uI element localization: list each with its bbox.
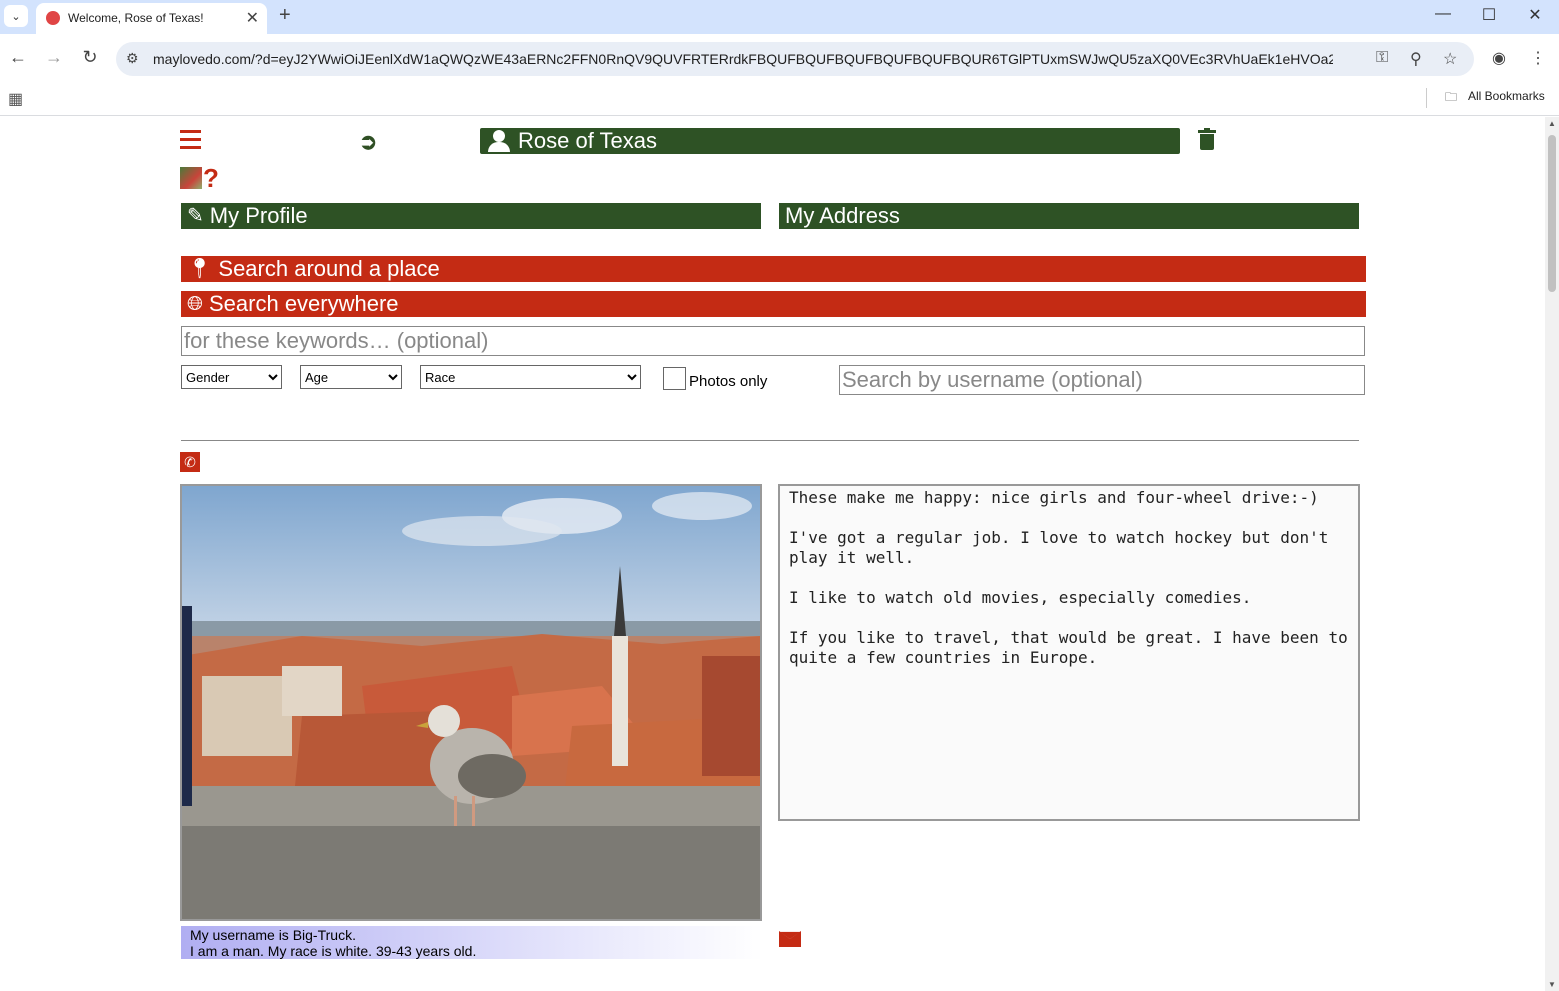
bookmarks-bar: ▦ 🗀 All Bookmarks [0, 82, 1559, 116]
profile-about-textarea[interactable]: These make me happy: nice girls and four… [778, 484, 1360, 821]
page-scrollbar[interactable]: ▲ ▼ [1545, 117, 1559, 991]
zoom-icon[interactable]: ⚲ [1410, 49, 1422, 69]
folder-icon: 🗀 [1445, 90, 1458, 104]
address-bar[interactable]: ⚙ maylovedo.com/?d=eyJ2YWwiOiJEenlXdW1aQ… [116, 42, 1474, 76]
help-question-icon[interactable]: ? [203, 163, 219, 194]
avatar[interactable] [180, 167, 202, 189]
my-profile-label: My Profile [209, 203, 308, 228]
bookmark-star-icon[interactable]: ☆ [1443, 49, 1457, 69]
details-line: I am a man. My race is white. 39-43 year… [190, 943, 477, 959]
divider [181, 440, 1359, 441]
user-name-bar[interactable]: Rose of Texas [480, 128, 1180, 154]
trash-icon[interactable] [1198, 128, 1216, 152]
profile-photo[interactable] [180, 484, 762, 921]
race-select[interactable]: Race [420, 365, 641, 389]
my-address-button[interactable]: My Address [779, 203, 1359, 229]
logout-icon[interactable]: ➲ [359, 129, 377, 155]
photos-only-label: Photos only [689, 373, 768, 390]
new-tab-icon[interactable]: + [279, 4, 291, 27]
username-line: My username is Big-Truck. [190, 927, 356, 943]
search-everywhere-button[interactable]: 🌐︎ Search everywhere [181, 291, 1366, 317]
password-key-icon[interactable]: ⚿ [1376, 49, 1388, 67]
page-content: ➲ Rose of Texas ? ✎ My Profile My Addres… [0, 117, 1545, 991]
bookmarks-divider [1426, 88, 1427, 108]
age-select[interactable]: Age [300, 365, 402, 389]
username-search-input[interactable] [839, 365, 1365, 395]
phone-icon[interactable]: ✆ [180, 452, 200, 472]
profile-photo-image [182, 486, 760, 919]
menu-dots-icon[interactable]: ⋮ [1530, 48, 1546, 68]
scroll-down-icon[interactable]: ▼ [1548, 980, 1556, 989]
user-name: Rose of Texas [518, 128, 658, 153]
all-bookmarks-link[interactable]: All Bookmarks [1468, 89, 1545, 103]
site-info-icon[interactable]: ⚙ [126, 50, 139, 67]
close-window-icon[interactable]: ✕ [1520, 5, 1550, 25]
url-text[interactable]: maylovedo.com/?d=eyJ2YWwiOiJEenlXdW1aQWQ… [153, 51, 1333, 67]
photos-only-checkbox[interactable] [663, 367, 686, 390]
search-around-place-button[interactable]: 📍︎ Search around a place [181, 256, 1366, 282]
favicon-icon [46, 11, 60, 25]
search-around-label: Search around a place [218, 256, 440, 281]
profile-info-box: My username is Big-Truck. I am a man. My… [181, 926, 763, 959]
tab-search-button[interactable]: ⌄ [4, 5, 28, 27]
back-icon[interactable]: ← [6, 47, 30, 68]
scroll-thumb[interactable] [1548, 135, 1556, 292]
close-tab-icon[interactable]: ✕ [246, 8, 259, 28]
apps-grid-icon[interactable]: ▦ [8, 89, 23, 109]
forward-icon[interactable]: → [42, 47, 66, 68]
tab-title: Welcome, Rose of Texas! [68, 11, 204, 25]
map-pin-icon: 📍︎ [187, 258, 213, 280]
my-address-label: My Address [785, 203, 900, 228]
search-everywhere-label: Search everywhere [209, 291, 399, 316]
mail-icon[interactable] [779, 931, 801, 947]
reload-icon[interactable]: ↻ [78, 47, 102, 68]
browser-toolbar: ← → ↻ ⚙ maylovedo.com/?d=eyJ2YWwiOiJEenl… [0, 34, 1559, 82]
user-icon [488, 130, 510, 152]
keywords-input[interactable] [181, 326, 1365, 356]
my-profile-button[interactable]: ✎ My Profile [181, 203, 761, 229]
maximize-icon[interactable]: ☐ [1474, 5, 1504, 25]
minimize-icon[interactable]: — [1428, 5, 1458, 23]
tab-bar: ⌄ Welcome, Rose of Texas! ✕ + — ☐ ✕ [0, 0, 1559, 34]
active-tab[interactable]: Welcome, Rose of Texas! ✕ [36, 3, 267, 34]
scroll-up-icon[interactable]: ▲ [1548, 119, 1556, 128]
profile-icon[interactable]: ◉ [1492, 48, 1506, 68]
hamburger-menu-icon[interactable] [180, 130, 201, 154]
gender-select[interactable]: Gender [181, 365, 282, 389]
pencil-icon: ✎ [187, 205, 204, 227]
globe-icon: 🌐︎ [187, 293, 203, 315]
